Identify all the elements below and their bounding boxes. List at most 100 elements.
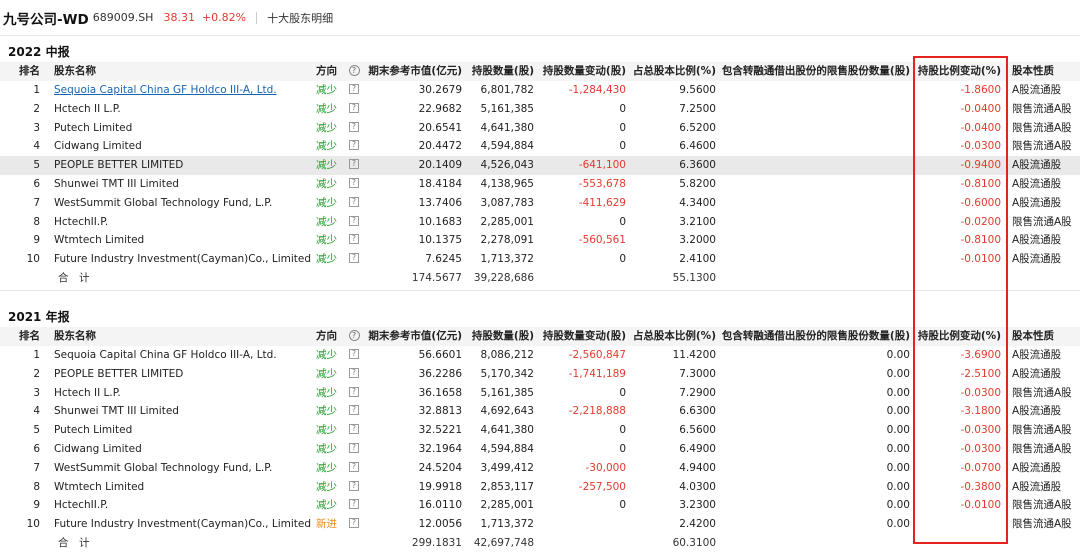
detail-cell: ? — [347, 213, 361, 232]
direction-cell: 减少 — [316, 159, 337, 172]
restricted-cell: 0.00 — [886, 480, 910, 493]
col-header-count[interactable]: 持股数量(股) — [462, 62, 534, 81]
detail-icon[interactable]: ? — [349, 405, 359, 416]
detail-icon[interactable]: ? — [349, 499, 359, 510]
col-header-direction[interactable]: 方向 — [316, 327, 346, 346]
ratio-cell: 6.6300 — [679, 405, 716, 418]
shareholder-name-link[interactable]: Hctech II L.P. — [54, 384, 316, 403]
shareholder-name-link[interactable]: Sequoia Capital China GF Holdco III-A, L… — [54, 81, 316, 100]
direction-cell: 减少 — [316, 121, 337, 134]
restricted-cell — [716, 175, 910, 194]
col-header-ratio[interactable]: 占总股本比例(%) — [626, 62, 716, 81]
ratio-cell: 7.3000 — [679, 367, 716, 380]
detail-icon[interactable]: ? — [349, 442, 359, 453]
col-header-direction[interactable]: 方向 — [316, 62, 346, 81]
detail-icon[interactable]: ? — [349, 386, 359, 397]
help-icon[interactable]: ? — [348, 329, 360, 341]
rank-cell: 1 — [33, 84, 40, 96]
detail-icon[interactable]: ? — [349, 140, 359, 151]
detail-icon[interactable]: ? — [349, 480, 359, 491]
col-header-restricted[interactable]: 包含转融通借出股份的限售股份数量(股) — [716, 327, 910, 346]
count-cell: 3,499,412 — [480, 461, 534, 474]
restricted-cell — [716, 137, 910, 156]
ratio-cell: 9.5600 — [679, 84, 716, 96]
detail-icon[interactable]: ? — [349, 424, 359, 435]
ratio-cell: 6.3600 — [679, 159, 716, 172]
detail-icon[interactable]: ? — [349, 177, 359, 188]
detail-icon[interactable]: ? — [349, 196, 359, 207]
shareholder-name-link[interactable]: HctechII.P. — [54, 496, 316, 515]
count-cell: 4,641,380 — [480, 121, 534, 134]
shareholder-name-link[interactable]: Sequoia Capital China GF Holdco III-A, L… — [54, 346, 316, 365]
count-cell: 6,801,782 — [480, 84, 534, 96]
col-header-count-change[interactable]: 持股数量变动(股) — [534, 327, 626, 346]
shareholder-name-link[interactable]: Wtmtech Limited — [54, 478, 316, 497]
col-header-rank[interactable]: 排名 — [0, 327, 42, 346]
shareholder-name-link[interactable]: Putech Limited — [54, 421, 316, 440]
detail-icon[interactable]: ? — [349, 121, 359, 132]
shareholder-name-link[interactable]: PEOPLE BETTER LIMITED — [54, 365, 316, 384]
total-ratio: 55.1300 — [672, 271, 716, 284]
shareholder-name-link[interactable]: Cidwang Limited — [54, 137, 316, 156]
col-header-name[interactable]: 股东名称 — [54, 327, 316, 346]
direction-cell: 减少 — [316, 140, 337, 153]
value-cell: 18.4184 — [418, 177, 462, 190]
col-header-restricted[interactable]: 包含转融通借出股份的限售股份数量(股) — [716, 62, 910, 81]
detail-icon[interactable]: ? — [349, 159, 359, 170]
col-header-name[interactable]: 股东名称 — [54, 62, 316, 81]
detail-icon[interactable]: ? — [349, 102, 359, 113]
nature-cell: A股流通股 — [1012, 234, 1062, 247]
shareholder-name-link[interactable]: Cidwang Limited — [54, 440, 316, 459]
ratio-cell: 3.2000 — [679, 234, 716, 247]
detail-cell: ? — [347, 231, 361, 250]
rank-cell: 10 — [26, 253, 40, 266]
shareholder-name-link[interactable]: Wtmtech Limited — [54, 231, 316, 250]
highlight-frame — [913, 56, 1008, 544]
shareholder-name-link[interactable]: Shunwei TMT III Limited — [54, 175, 316, 194]
stock-name[interactable]: 九号公司-WD — [3, 8, 89, 28]
count-cell: 1,713,372 — [480, 518, 534, 531]
detail-icon[interactable]: ? — [349, 461, 359, 472]
detail-cell: ? — [347, 119, 361, 138]
detail-icon[interactable]: ? — [349, 518, 359, 529]
detail-cell: ? — [347, 137, 361, 156]
shareholder-name-link[interactable]: Hctech II L.P. — [54, 100, 316, 119]
detail-icon[interactable]: ? — [349, 367, 359, 378]
shareholder-name-link[interactable]: PEOPLE BETTER LIMITED — [54, 156, 316, 175]
col-header-count[interactable]: 持股数量(股) — [462, 327, 534, 346]
shareholder-name-link[interactable]: Shunwei TMT III Limited — [54, 402, 316, 421]
section-title-2022: 2022 中报 — [8, 45, 70, 59]
detail-icon[interactable]: ? — [349, 349, 359, 359]
shareholder-name-link[interactable]: Future Industry Investment(Cayman)Co., L… — [54, 250, 316, 269]
shareholder-name-link[interactable]: WestSummit Global Technology Fund, L.P. — [54, 459, 316, 478]
col-header-nature[interactable]: 股本性质 — [1012, 62, 1080, 81]
direction-cell: 减少 — [316, 234, 337, 247]
detail-icon[interactable]: ? — [349, 215, 359, 226]
total-label: 合 计 — [58, 271, 90, 284]
detail-icon[interactable]: ? — [349, 84, 359, 94]
shareholder-name-link[interactable]: Future Industry Investment(Cayman)Co., L… — [54, 515, 316, 534]
col-header-value[interactable]: 期末参考市值(亿元) — [361, 62, 462, 81]
nature-cell: A股流通股 — [1012, 177, 1062, 190]
col-header-rank[interactable]: 排名 — [0, 62, 42, 81]
count-cell: 1,713,372 — [480, 253, 534, 266]
count-change-cell: 0 — [619, 215, 626, 228]
detail-icon[interactable]: ? — [349, 253, 359, 264]
detail-cell: ? — [347, 365, 361, 384]
col-header-count-change[interactable]: 持股数量变动(股) — [534, 62, 626, 81]
detail-cell: ? — [347, 194, 361, 213]
shareholder-name-link[interactable]: Putech Limited — [54, 119, 316, 138]
detail-icon[interactable]: ? — [349, 234, 359, 245]
help-cell: ? — [347, 62, 361, 81]
help-icon[interactable]: ? — [348, 64, 360, 76]
value-cell: 10.1375 — [418, 234, 462, 247]
shareholder-name-link[interactable]: WestSummit Global Technology Fund, L.P. — [54, 194, 316, 213]
ratio-cell: 11.4200 — [672, 349, 716, 361]
col-header-value[interactable]: 期末参考市值(亿元) — [361, 327, 462, 346]
col-header-ratio[interactable]: 占总股本比例(%) — [626, 327, 716, 346]
restricted-cell — [716, 156, 910, 175]
shareholder-name-link[interactable]: HctechII.P. — [54, 213, 316, 232]
ratio-cell: 7.2500 — [679, 102, 716, 115]
col-header-nature[interactable]: 股本性质 — [1012, 327, 1080, 346]
ratio-cell: 5.8200 — [679, 177, 716, 190]
